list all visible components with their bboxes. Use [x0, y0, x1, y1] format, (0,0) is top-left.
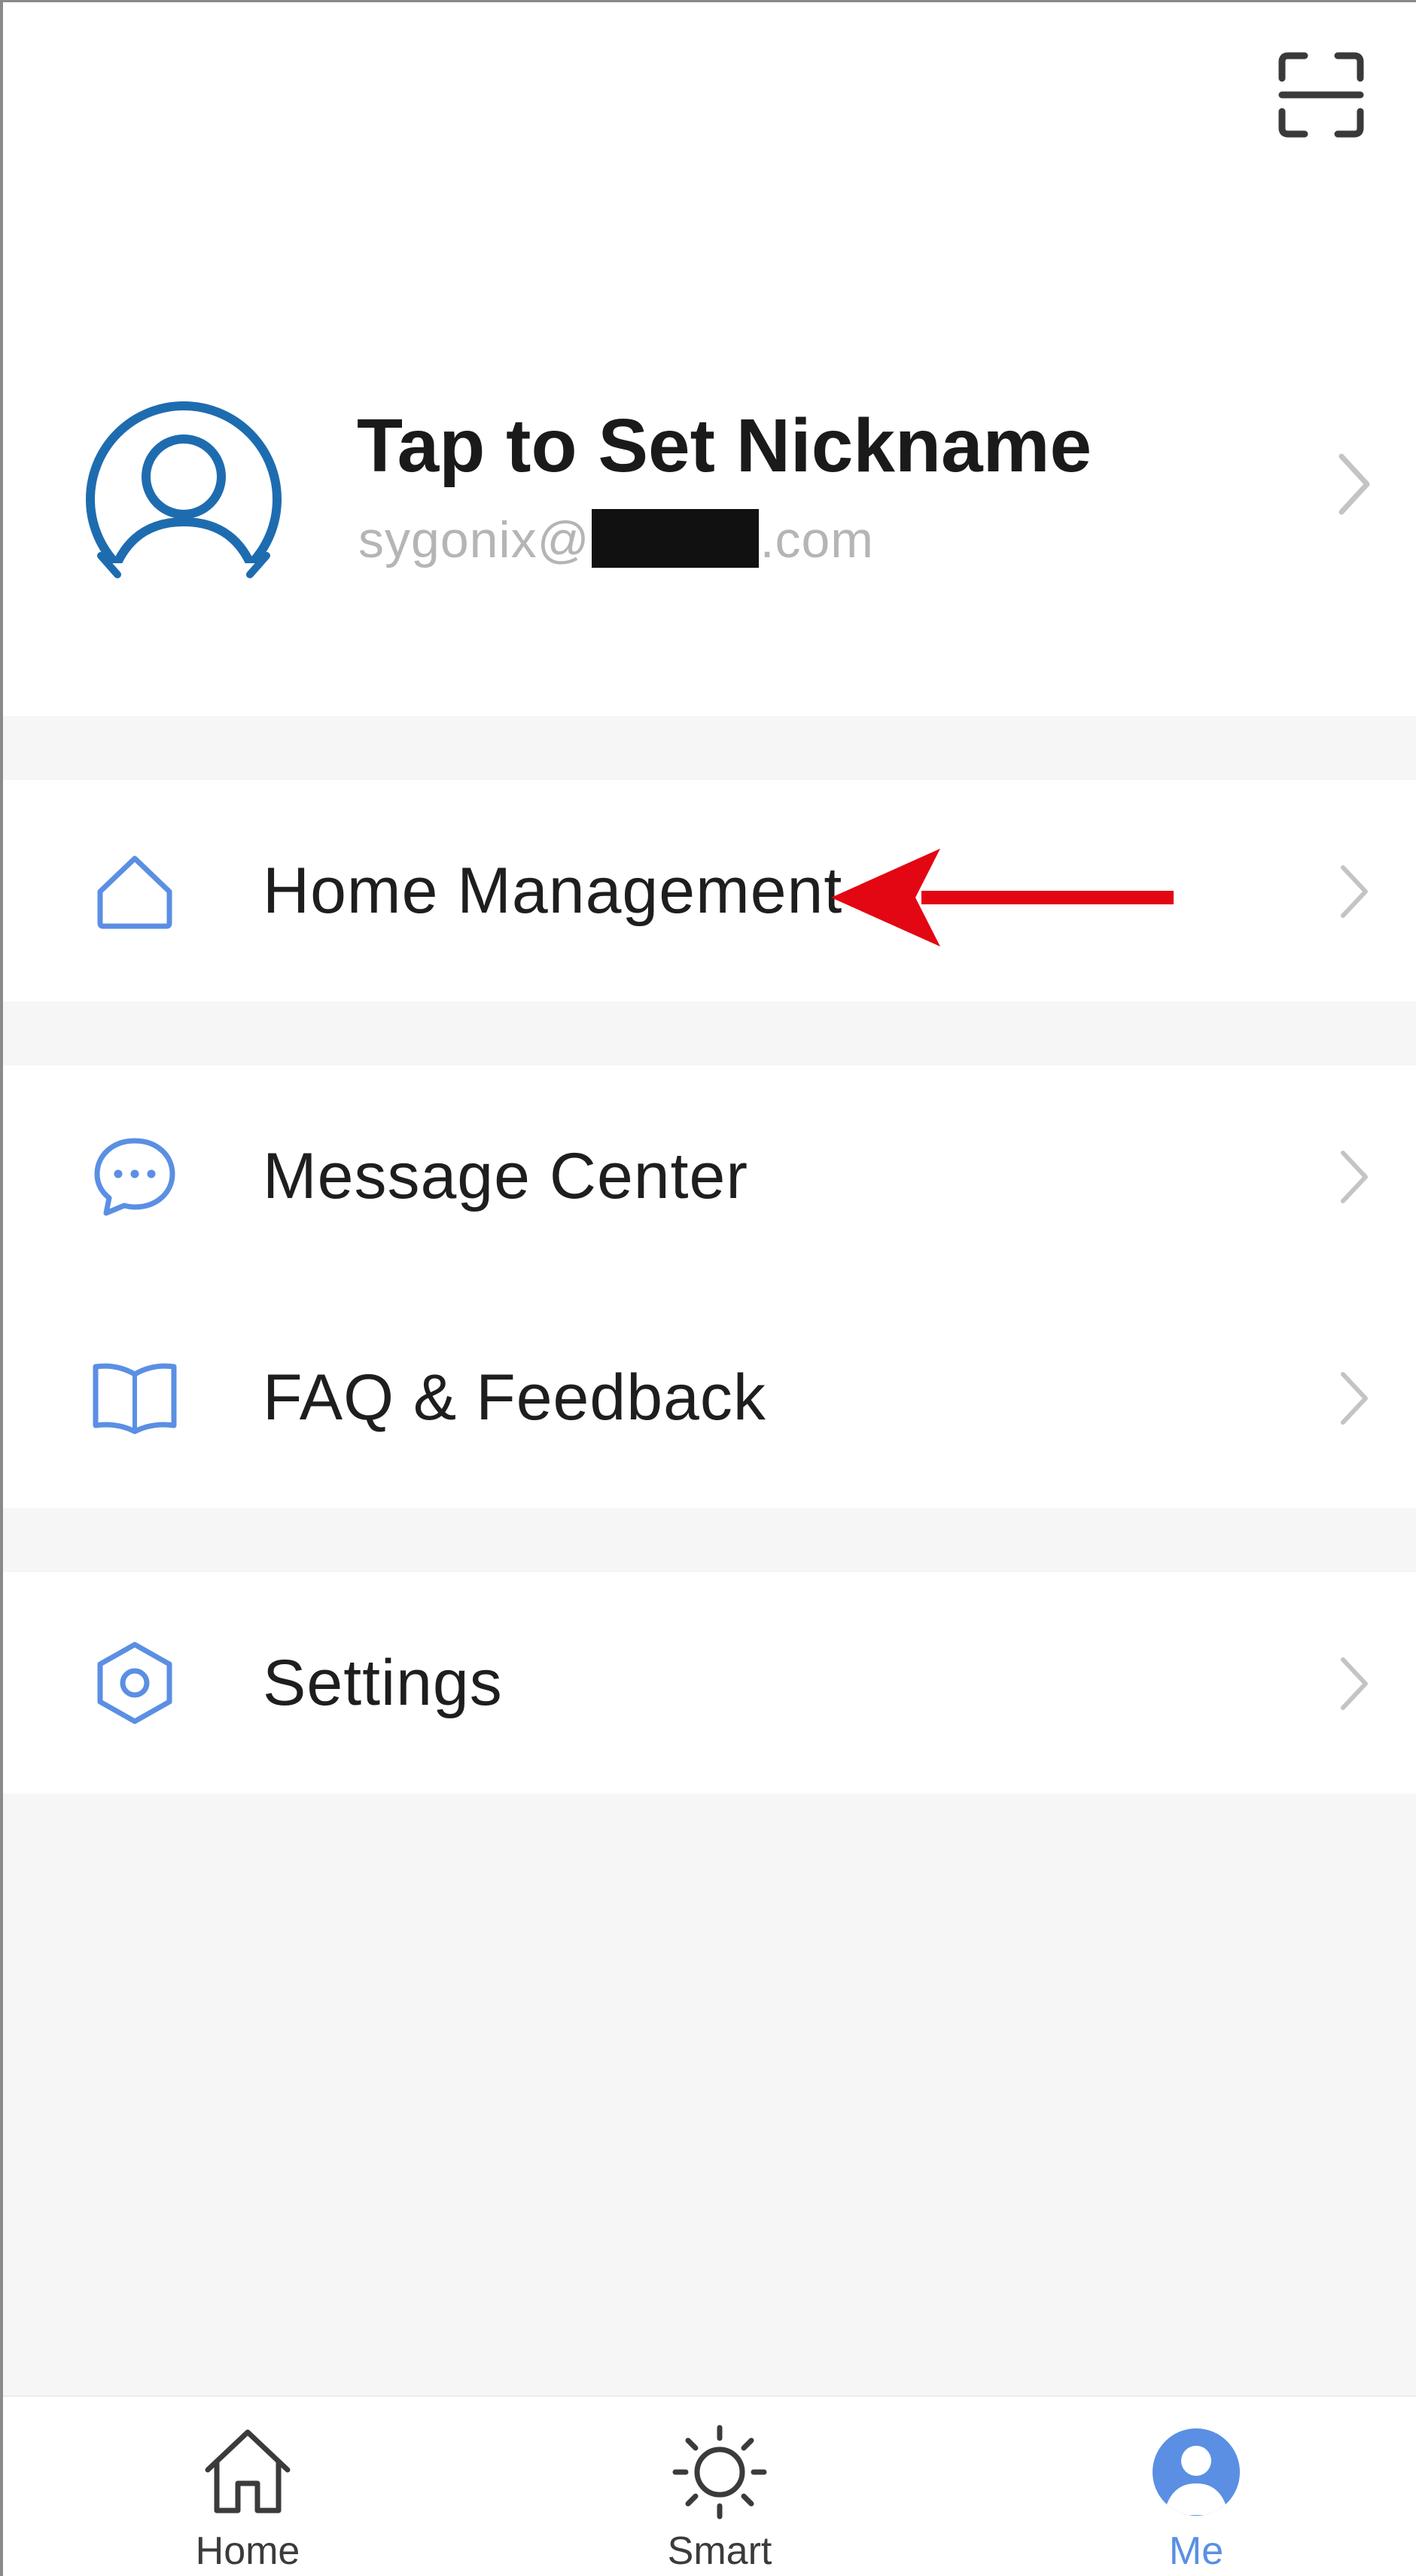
home-outline-icon — [97, 855, 172, 929]
home-icon — [205, 2429, 291, 2514]
user-avatar-icon — [78, 401, 289, 597]
tab-me[interactable]: Me — [1083, 2397, 1309, 2576]
home-management-section: Home Management — [3, 780, 1416, 1001]
menu-item-message-center[interactable]: Message Center — [3, 1065, 1416, 1287]
tab-home[interactable]: Home — [135, 2397, 361, 2576]
redaction-bar — [591, 509, 759, 568]
tab-smart[interactable]: Smart — [607, 2397, 833, 2576]
settings-section: Settings — [3, 1572, 1416, 1794]
menu-item-label: Home Management — [263, 855, 843, 927]
tab-label: Me — [1168, 2529, 1224, 2573]
chat-bubble-icon — [94, 1138, 175, 1216]
email-suffix: .com — [760, 511, 874, 569]
chevron-right-icon — [1341, 1372, 1368, 1425]
email-label: sygonix@ .com — [358, 509, 874, 569]
bottom-nav: Home Smart Me — [3, 2395, 1416, 2576]
support-section: Message Center FAQ & Feedback — [3, 1065, 1416, 1508]
profile-icon — [1153, 2428, 1240, 2516]
chevron-right-icon — [1338, 453, 1370, 515]
annotation-arrow-icon — [831, 849, 1174, 947]
me-screen: Tap to Set Nickname sygonix@ .com Home Ma… — [0, 0, 1416, 2576]
email-prefix: sygonix@ — [358, 511, 590, 569]
hexagon-gear-icon — [97, 1642, 172, 1724]
menu-item-home-management[interactable]: Home Management — [3, 780, 1416, 1001]
menu-item-label: Message Center — [263, 1140, 748, 1212]
scan-button[interactable] — [1277, 51, 1365, 139]
menu-item-label: FAQ & Feedback — [263, 1361, 766, 1434]
chevron-right-icon — [1341, 865, 1368, 918]
book-icon — [93, 1363, 177, 1434]
profile-header: Tap to Set Nickname sygonix@ .com — [3, 2, 1416, 716]
tab-label: Smart — [667, 2529, 772, 2573]
chevron-right-icon — [1341, 1151, 1368, 1203]
nickname-label: Tap to Set Nickname — [357, 404, 1092, 488]
scan-icon — [1278, 52, 1364, 138]
menu-item-faq-feedback[interactable]: FAQ & Feedback — [3, 1287, 1416, 1508]
chevron-right-icon — [1341, 1657, 1368, 1710]
menu-item-settings[interactable]: Settings — [3, 1572, 1416, 1794]
menu-item-label: Settings — [263, 1647, 503, 1719]
profile-row[interactable]: Tap to Set Nickname sygonix@ .com — [3, 364, 1416, 605]
tab-label: Home — [195, 2529, 300, 2573]
sun-icon — [672, 2425, 767, 2520]
